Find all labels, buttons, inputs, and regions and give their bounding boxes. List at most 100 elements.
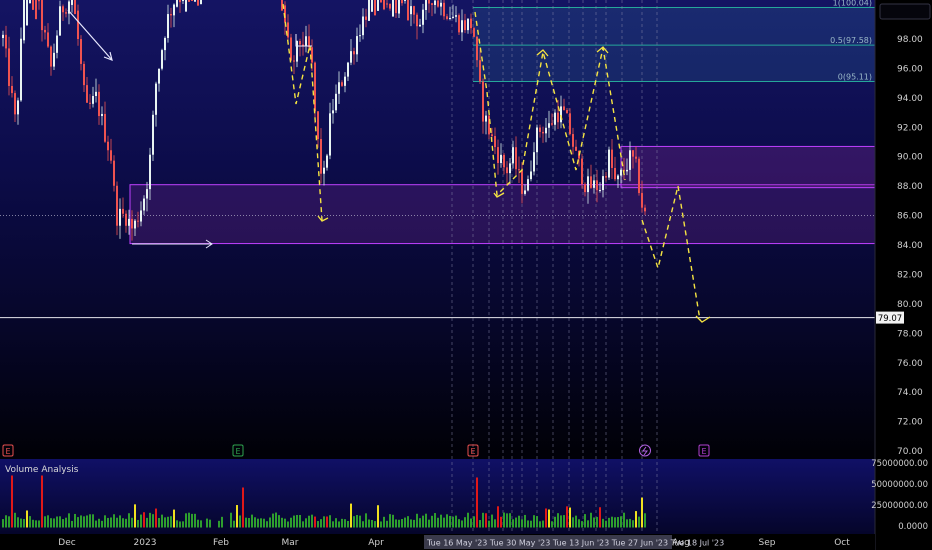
volume-bar	[533, 515, 535, 528]
volume-bar	[365, 513, 367, 528]
volume-bar	[152, 514, 154, 528]
candle-body	[350, 51, 352, 63]
candle-body	[320, 139, 322, 174]
volume-bar	[326, 516, 328, 528]
candle-body	[122, 208, 124, 214]
candle-body	[338, 82, 340, 94]
volume-bar	[596, 516, 598, 528]
volume-bar	[290, 517, 292, 528]
candle-body	[134, 220, 136, 229]
volume-bar	[272, 513, 274, 528]
candle-body	[116, 185, 118, 226]
volume-bar	[407, 516, 409, 528]
volume-bar	[101, 520, 103, 528]
volume-bar	[71, 520, 73, 528]
volume-bar	[473, 516, 475, 528]
candle-body	[590, 176, 592, 188]
volume-bar	[440, 514, 442, 528]
candle-body	[515, 147, 517, 170]
candle-body	[551, 123, 553, 125]
volume-bar	[437, 517, 439, 528]
volume-bar	[299, 514, 301, 528]
volume-bar	[503, 512, 505, 528]
candle-body	[197, 0, 199, 6]
candle-body	[62, 6, 64, 13]
candle-body	[317, 111, 319, 140]
volume-bar	[566, 506, 568, 528]
volume-bar	[113, 514, 115, 528]
candle-body	[77, 10, 79, 40]
candle-body	[44, 29, 46, 33]
volume-bar	[140, 514, 142, 528]
volume-bar	[125, 518, 127, 528]
candle-body	[8, 48, 10, 86]
candle-body	[383, 0, 385, 10]
candle-body	[149, 154, 151, 190]
candle-body	[125, 213, 127, 226]
volume-bar	[95, 520, 97, 528]
volume-bar	[374, 521, 376, 528]
volume-bar	[23, 518, 25, 528]
volume-bar	[158, 518, 160, 528]
volume-bar	[572, 517, 574, 528]
candle-body	[575, 146, 577, 151]
volume-bar	[575, 515, 577, 528]
volume-bar	[461, 520, 463, 528]
volume-bar	[128, 513, 130, 528]
candle-body	[389, 3, 391, 9]
supply-zone[interactable]	[620, 145, 876, 189]
volume-bar	[401, 519, 403, 528]
time-tick-label: Oct	[834, 538, 850, 548]
candle-body	[467, 18, 469, 31]
volume-bar	[509, 513, 511, 528]
volume-bar	[617, 517, 619, 528]
volume-bar	[443, 517, 445, 528]
candle-body	[101, 113, 103, 117]
volume-bar	[452, 516, 454, 528]
time-tick-label: Sep	[759, 538, 776, 548]
volume-bar	[257, 518, 259, 528]
trend-arrow-line[interactable]	[67, 9, 113, 61]
volume-bar	[419, 518, 421, 528]
price-chart[interactable]: 1(100.04) 0.5(97.58) 0(95.11) 98.00 96.00 94…	[0, 0, 932, 550]
candle-body	[638, 158, 640, 194]
candle-body	[188, 0, 190, 2]
candle-body	[32, 0, 34, 10]
volume-bar	[428, 519, 430, 528]
candle-body	[140, 210, 142, 222]
candle-body	[347, 62, 349, 77]
volume-bar	[620, 516, 622, 528]
price-tick-label: 72.00	[897, 418, 923, 428]
candle-body	[179, 0, 181, 3]
candle-body	[629, 150, 631, 170]
volume-bar	[236, 505, 238, 528]
volume-bar	[380, 521, 382, 528]
candle-body	[488, 115, 490, 135]
volume-bar	[389, 514, 391, 528]
time-tick-label: 2023	[134, 538, 157, 548]
volume-bar	[251, 514, 253, 528]
volume-bar	[416, 513, 418, 528]
candle-body	[509, 163, 511, 174]
volume-bar	[638, 516, 640, 528]
candle-body	[434, 0, 436, 5]
fib-retracement-box[interactable]	[473, 7, 875, 82]
candle-body	[482, 81, 484, 122]
volume-bar	[347, 520, 349, 528]
candle-body	[518, 169, 520, 171]
candle-body	[416, 14, 418, 27]
volume-bar	[89, 514, 91, 528]
volume-bar	[368, 519, 370, 528]
price-tick-label: 94.00	[897, 94, 923, 104]
volume-bar	[308, 515, 310, 528]
candle-body	[146, 189, 148, 199]
volume-bar	[392, 514, 394, 528]
candle-body	[581, 158, 583, 185]
volume-bar	[593, 517, 595, 528]
candle-body	[500, 154, 502, 163]
volume-bar	[53, 518, 55, 528]
volume-bar	[221, 516, 223, 528]
volume-bar	[632, 520, 634, 528]
volume-bar	[26, 510, 28, 528]
volume-bar	[446, 514, 448, 528]
